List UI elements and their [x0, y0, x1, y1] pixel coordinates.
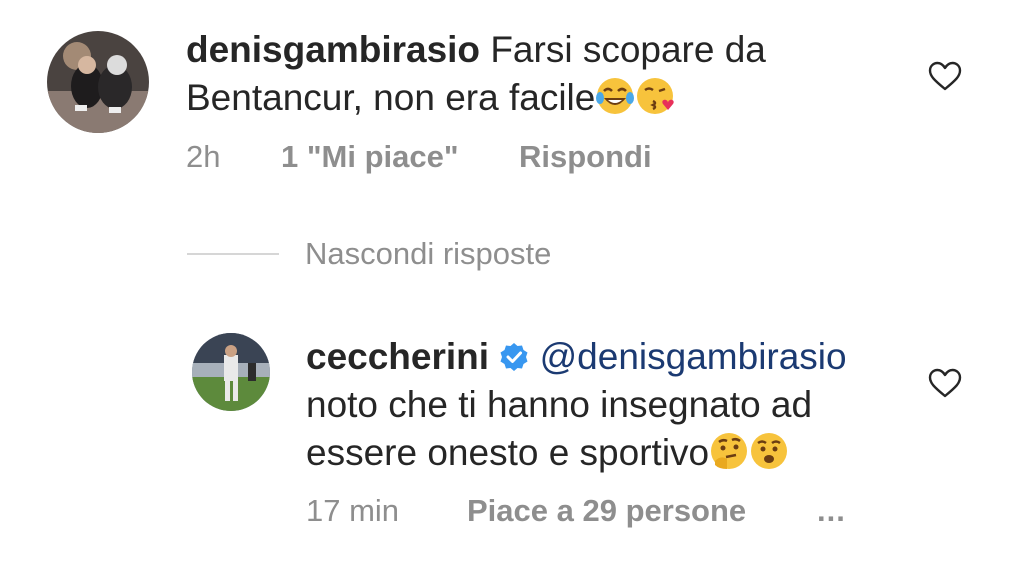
avatar-ceccherini[interactable] — [192, 333, 270, 411]
reply-text-line1: noto che ti hanno insegnato ad — [306, 384, 813, 425]
like-heart-icon-reply[interactable] — [928, 368, 962, 398]
reply-likes-count[interactable]: Piace a 29 persone — [467, 493, 746, 529]
reply-timestamp: 17 min — [306, 493, 400, 528]
comment-timestamp: 2h — [186, 139, 221, 174]
reply-username[interactable]: ceccherini — [306, 336, 489, 377]
comment-meta-row: 2h 1 "Mi piace" Rispondi — [186, 139, 652, 175]
reply-text-line2: essere onesto e sportivo — [306, 432, 710, 473]
hide-replies-button[interactable]: Nascondi risposte — [305, 236, 551, 272]
comment-text-line2: Bentancur, non era facile — [186, 77, 596, 118]
hushed-face-emoji — [749, 431, 789, 471]
reply-mention-link[interactable]: @denisgambirasio — [540, 336, 847, 377]
comment-likes-count[interactable]: 1 "Mi piace" — [281, 139, 459, 175]
kissing-heart-emoji — [635, 76, 675, 116]
comment-body: denisgambirasio Farsi scopare da Bentanc… — [186, 26, 906, 122]
replies-divider — [187, 253, 279, 255]
reply-body: ceccherini @denisgambirasio noto che ti … — [306, 333, 926, 477]
avatar-denisgambirasio[interactable] — [47, 31, 149, 133]
comment-text-line1: Farsi scopare da — [490, 29, 766, 70]
like-heart-icon-comment[interactable] — [928, 61, 962, 91]
comment-username[interactable]: denisgambirasio — [186, 29, 480, 70]
more-options-button[interactable]: ... — [817, 493, 846, 529]
verified-badge-icon — [500, 343, 528, 371]
reply-button[interactable]: Rispondi — [519, 139, 652, 175]
thinking-face-emoji — [709, 431, 749, 471]
reply-meta-row: 17 min Piace a 29 persone ... — [306, 493, 845, 529]
joy-emoji — [595, 76, 635, 116]
